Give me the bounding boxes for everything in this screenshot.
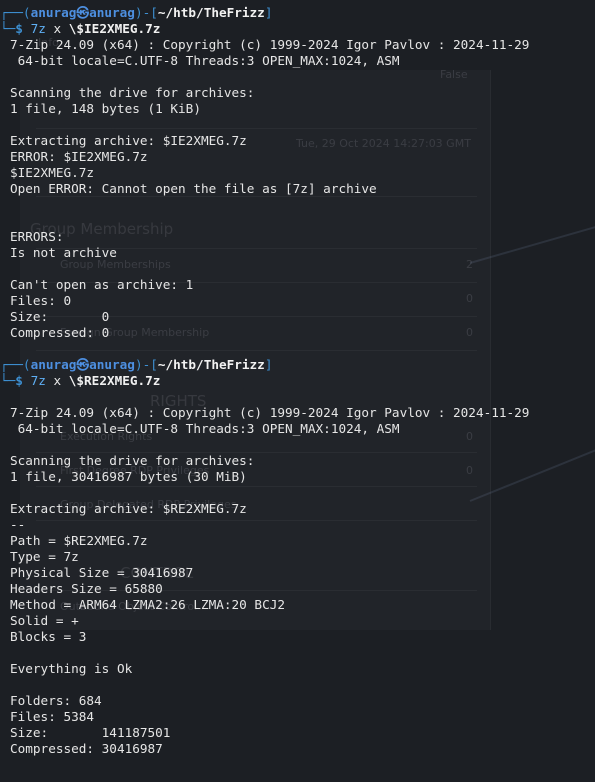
command-arg: x — [53, 21, 62, 36]
output-line: Method = ARM64 LZMA2:26 LZMA:20 BCJ2 — [10, 597, 285, 612]
prompt-user: anurag — [30, 357, 77, 372]
prompt-path: ~/htb/TheFrizz — [157, 357, 265, 372]
output-line: Size: 141187501 — [10, 725, 171, 740]
prompt-line: ┌──(anurag㉿anurag)-[~/htb/TheFrizz] — [0, 357, 273, 372]
command-line: └─$ 7z x \$RE2XMEG.7z — [0, 373, 161, 388]
session1-output: 7-Zip 24.09 (x64) : Copyright (c) 1999-2… — [10, 37, 595, 357]
output-line: Scanning the drive for archives: — [10, 453, 255, 468]
command-arg: x — [53, 373, 62, 388]
output-line: Everything is Ok — [10, 661, 133, 676]
output-line: Headers Size = 65880 — [10, 581, 163, 596]
output-line: Compressed: 0 — [10, 325, 110, 340]
output-line: Scanning the drive for archives: — [10, 85, 255, 100]
output-line: -- — [10, 517, 26, 532]
output-line: ERROR: $IE2XMEG.7z — [10, 149, 148, 164]
output-line: $IE2XMEG.7z — [10, 165, 95, 180]
output-line: Physical Size = 30416987 — [10, 565, 194, 580]
prompt-user: anurag — [30, 5, 77, 20]
output-line: Path = $RE2XMEG.7z — [10, 533, 148, 548]
output-line: Is not archive — [10, 245, 117, 260]
prompt-host: anurag — [89, 357, 135, 372]
output-line: 1 file, 148 bytes (1 KiB) — [10, 101, 201, 116]
prompt-at-symbol: ㉿ — [76, 5, 90, 20]
prompt-at-symbol: ㉿ — [76, 357, 90, 372]
session2-output: 7-Zip 24.09 (x64) : Copyright (c) 1999-2… — [10, 389, 595, 757]
output-line: Blocks = 3 — [10, 629, 87, 644]
command-target: \$RE2XMEG.7z — [68, 373, 161, 388]
command-name: 7z — [30, 373, 46, 388]
output-line: Size: 0 — [10, 309, 110, 324]
output-line: ERRORS: — [10, 229, 64, 244]
output-line: Files: 0 — [10, 293, 72, 308]
prompt-path: ~/htb/TheFrizz — [157, 5, 265, 20]
output-line: 7-Zip 24.09 (x64) : Copyright (c) 1999-2… — [10, 405, 530, 420]
output-line: 64-bit locale=C.UTF-8 Threads:3 OPEN_MAX… — [10, 53, 400, 68]
output-line: 7-Zip 24.09 (x64) : Copyright (c) 1999-2… — [10, 37, 530, 52]
output-line: 1 file, 30416987 bytes (30 MiB) — [10, 469, 247, 484]
terminal-output[interactable]: ┌──(anurag㉿anurag)-[~/htb/TheFrizz] └─$ … — [0, 5, 595, 757]
command-line: └─$ 7z x \$IE2XMEG.7z — [0, 21, 161, 36]
prompt-line: ┌──(anurag㉿anurag)-[~/htb/TheFrizz] — [0, 5, 273, 20]
output-line: Open ERROR: Cannot open the file as [7z]… — [10, 181, 377, 196]
prompt-host: anurag — [89, 5, 135, 20]
output-line: Compressed: 30416987 — [10, 741, 163, 756]
output-line: Solid = + — [10, 613, 79, 628]
output-line: Extracting archive: $RE2XMEG.7z — [10, 501, 247, 516]
output-line: 64-bit locale=C.UTF-8 Threads:3 OPEN_MAX… — [10, 421, 400, 436]
output-line: Extracting archive: $IE2XMEG.7z — [10, 133, 247, 148]
output-line: Files: 5384 — [10, 709, 95, 724]
command-target: \$IE2XMEG.7z — [68, 21, 161, 36]
command-name: 7z — [30, 21, 46, 36]
output-line: Type = 7z — [10, 549, 79, 564]
output-line: Can't open as archive: 1 — [10, 277, 194, 292]
output-line: Folders: 684 — [10, 693, 102, 708]
